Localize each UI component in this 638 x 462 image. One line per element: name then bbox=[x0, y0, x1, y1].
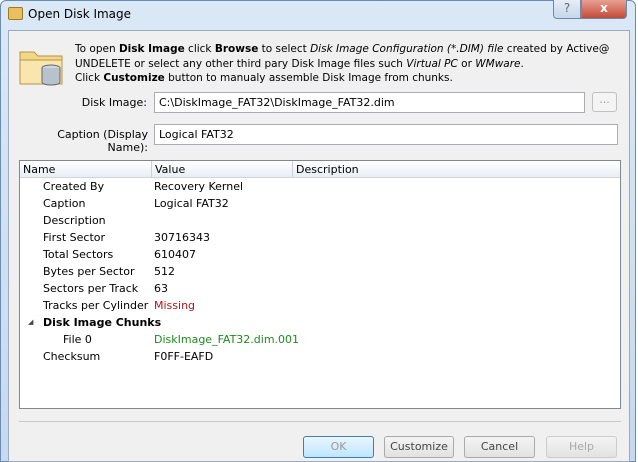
table-row[interactable]: File 0 DiskImage_FAT32.dim.001 bbox=[20, 331, 620, 348]
instruction-text-segment: . bbox=[520, 57, 524, 70]
browse-button[interactable]: ... bbox=[592, 92, 617, 112]
row-value: F0FF-EAFD bbox=[154, 350, 214, 363]
instruction-text-segment: WMware bbox=[475, 57, 521, 70]
row-value: 63 bbox=[154, 282, 168, 295]
properties-list[interactable]: Name Value Description Created By Recover… bbox=[19, 160, 621, 409]
instruction-text-segment: Virtual PC bbox=[406, 57, 458, 70]
disk-image-icon bbox=[8, 7, 23, 20]
expand-arrow-icon[interactable]: ◢ bbox=[28, 314, 33, 331]
instruction-text-segment: created by Active@ bbox=[503, 43, 610, 55]
instruction-text-segment: Disk Image Configuration (*.DIM) file bbox=[310, 43, 504, 55]
column-name[interactable]: Name bbox=[20, 161, 152, 177]
table-row[interactable]: Tracks per Cylinder Missing bbox=[20, 297, 620, 314]
instruction-text-segment: UNDELETE or select any other third pary … bbox=[75, 57, 407, 70]
row-name: Bytes per Sector bbox=[43, 265, 135, 278]
close-button[interactable]: x bbox=[581, 0, 627, 19]
help-title-button[interactable]: ? bbox=[553, 0, 581, 19]
instruction-text-segment: Customize bbox=[103, 72, 165, 84]
caption-field[interactable]: Logical FAT32 bbox=[154, 124, 618, 145]
caption-label: Caption (Display Name): bbox=[57, 128, 148, 154]
row-name: Description bbox=[43, 214, 106, 227]
table-row[interactable]: Checksum F0FF-EAFD bbox=[20, 348, 620, 365]
cancel-button[interactable]: Cancel bbox=[464, 436, 535, 458]
instruction-text-segment: click bbox=[184, 43, 215, 55]
column-value[interactable]: Value bbox=[152, 161, 293, 177]
instruction-text-segment: Disk Image bbox=[118, 43, 185, 55]
row-name: First Sector bbox=[43, 231, 106, 244]
ok-button[interactable]: OK bbox=[303, 436, 374, 458]
window-title: Open Disk Image bbox=[28, 7, 132, 21]
row-value: 30716343 bbox=[154, 231, 210, 244]
row-name: Sectors per Track bbox=[43, 282, 139, 295]
row-value: 512 bbox=[154, 265, 175, 278]
row-value: Logical FAT32 bbox=[154, 197, 229, 210]
row-name: Checksum bbox=[43, 350, 101, 363]
instruction-text-segment: Click bbox=[75, 72, 104, 84]
instruction-text-segment: button to manualy assemble Disk Image fr… bbox=[164, 72, 453, 84]
column-description[interactable]: Description bbox=[293, 161, 620, 177]
table-row[interactable]: Sectors per Track 63 bbox=[20, 280, 620, 297]
table-row[interactable]: Bytes per Sector 512 bbox=[20, 263, 620, 280]
instruction-text-segment: To open bbox=[75, 43, 119, 55]
table-row[interactable]: Description bbox=[20, 212, 620, 229]
disk-image-field[interactable]: C:\DiskImage_FAT32\DiskImage_FAT32.dim bbox=[154, 92, 585, 113]
row-name: Caption bbox=[43, 197, 86, 210]
instruction-text-segment: Browse bbox=[214, 43, 259, 55]
row-name: File 0 bbox=[63, 333, 92, 346]
row-value: Recovery Kernel bbox=[154, 180, 244, 193]
list-header: Name Value Description bbox=[20, 161, 620, 178]
instruction-text-segment: to select bbox=[258, 43, 311, 55]
row-value: 610407 bbox=[154, 248, 196, 261]
table-row[interactable]: Total Sectors 610407 bbox=[20, 246, 620, 263]
row-value: Missing bbox=[154, 299, 196, 312]
disk-image-label: Disk Image: bbox=[81, 96, 147, 109]
divider bbox=[19, 421, 621, 422]
group-row[interactable]: ◢ Disk Image Chunks bbox=[20, 314, 620, 331]
folder-database-icon bbox=[19, 51, 63, 86]
customize-button[interactable]: Customize bbox=[384, 436, 454, 458]
row-name: Tracks per Cylinder bbox=[43, 299, 149, 312]
row-value: DiskImage_FAT32.dim.001 bbox=[154, 333, 300, 346]
instructions-text: To open Disk Image click Browse to selec… bbox=[75, 42, 620, 86]
row-name: Created By bbox=[43, 180, 105, 193]
instruction-text-segment: or bbox=[457, 57, 476, 70]
table-row[interactable]: Caption Logical FAT32 bbox=[20, 195, 620, 212]
table-row[interactable]: Created By Recovery Kernel bbox=[20, 178, 620, 195]
row-name: Disk Image Chunks bbox=[43, 316, 162, 329]
row-name: Total Sectors bbox=[43, 248, 114, 261]
help-button[interactable]: Help bbox=[546, 436, 617, 458]
table-row[interactable]: First Sector 30716343 bbox=[20, 229, 620, 246]
